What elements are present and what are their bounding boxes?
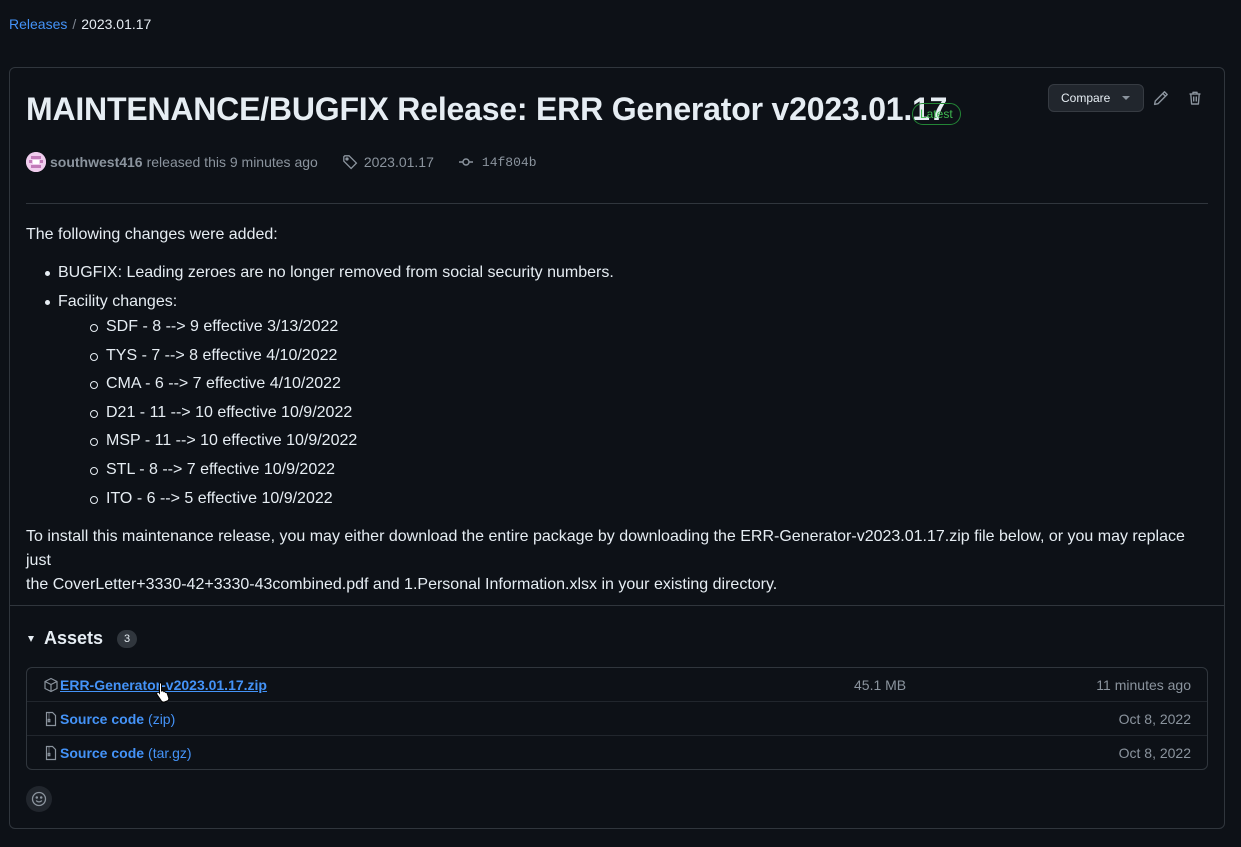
breadcrumb-separator: / [72,16,77,32]
assets-count-badge: 3 [117,629,138,648]
breadcrumb-current: 2023.01.17 [81,16,152,32]
breadcrumb: Releases /2023.01.17 [9,16,151,32]
list-item: SDF - 8 --> 9 effective 3/13/2022 [90,315,1212,339]
hand-cursor-icon [155,681,171,706]
tag-icon [342,155,358,170]
assets-heading: Assets [44,628,104,648]
commit-icon [458,158,473,166]
release-card: MAINTENANCE/BUGFIX Release: ERR Generato… [9,67,1225,829]
install-line-2: the CoverLetter+3330-42+3330-43combined.… [26,575,778,593]
changes-list: BUGFIX: Leading zeroes are no longer rem… [26,261,1212,511]
release-meta: southwest416 released this 9 minutes ago… [26,151,537,173]
chevron-down-icon [1122,96,1131,100]
notes-intro: The following changes were added: [26,226,278,243]
author-link[interactable]: southwest416 [50,154,143,170]
asset-row: Source code (zip) Oct 8, 2022 [27,702,1207,736]
tag-label: 2023.01.17 [363,154,434,170]
add-reaction-button[interactable] [26,786,52,812]
header-divider [26,203,1208,204]
list-item: D21 - 11 --> 10 effective 10/9/2022 [90,401,1212,425]
edit-button[interactable] [1151,88,1171,108]
list-item: MSP - 11 --> 10 effective 10/9/2022 [90,429,1212,453]
avatar[interactable] [26,152,46,172]
commit-hash: 14f804b [481,154,537,170]
trash-icon [1189,91,1201,105]
assets-list: ERR-Generator-v2023.01.17.zip 45.1 MB 11… [26,667,1208,770]
asset-size: 45.1 MB [854,676,907,693]
pencil-icon [1153,91,1168,106]
delete-button[interactable] [1185,88,1205,108]
release-notes: The following changes were added: BUGFIX… [26,223,1212,611]
assets-divider [10,605,1224,606]
asset-date: Oct 8, 2022 [1118,745,1191,761]
smiley-icon [31,791,47,807]
list-item: STL - 8 --> 7 effective 10/9/2022 [90,458,1212,482]
assets-toggle[interactable]: Assets 3 [26,628,138,649]
install-instructions: To install this maintenance release, you… [26,525,1212,597]
file-zip-icon [43,711,59,727]
facility-changes-list: SDF - 8 --> 9 effective 3/13/2022 TYS - … [58,315,1212,511]
asset-ext: (tar.gz) [148,745,192,761]
released-text: released this 9 minutes ago [146,154,318,170]
file-zip-icon [43,745,59,761]
asset-ext: (zip) [148,710,176,727]
list-item: ITO - 6 --> 5 effective 10/9/2022 [90,487,1212,511]
asset-date: 11 minutes ago [1096,676,1191,693]
latest-badge: Latest [912,103,961,125]
compare-label: Compare [1061,91,1111,105]
tag-link[interactable]: 2023.01.17 [342,154,434,170]
triangle-down-icon [28,635,34,642]
bugfix-text: BUGFIX: Leading zeroes are no longer rem… [58,264,614,281]
asset-row: Source code (tar.gz) Oct 8, 2022 [27,736,1207,770]
release-title: MAINTENANCE/BUGFIX Release: ERR Generato… [26,91,948,127]
breadcrumb-releases-link[interactable]: Releases [9,16,67,32]
package-icon [43,677,59,693]
list-item: BUGFIX: Leading zeroes are no longer rem… [42,261,1212,285]
commit-link[interactable]: 14f804b [458,154,537,170]
source-code-targz-link[interactable]: Source code [60,745,144,761]
source-code-zip-link[interactable]: Source code [60,711,144,727]
facility-heading: Facility changes: [58,293,178,310]
asset-date: Oct 8, 2022 [1118,710,1191,727]
list-item: CMA - 6 --> 7 effective 4/10/2022 [90,372,1212,396]
install-line-1: To install this maintenance release, you… [26,527,1185,569]
asset-row: ERR-Generator-v2023.01.17.zip 45.1 MB 11… [27,668,1207,702]
list-item: Facility changes: SDF - 8 --> 9 effectiv… [42,290,1212,511]
compare-button[interactable]: Compare [1048,84,1144,112]
list-item: TYS - 7 --> 8 effective 4/10/2022 [90,344,1212,368]
